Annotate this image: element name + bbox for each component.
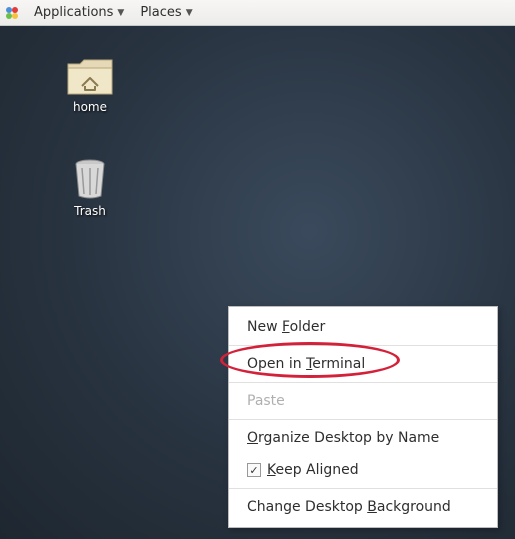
menu-change-background-label: Change Desktop Background xyxy=(247,499,451,515)
trash-icon xyxy=(50,156,130,200)
menu-keep-aligned[interactable]: ✓ Keep Aligned xyxy=(229,454,497,486)
chevron-down-icon: ▼ xyxy=(186,8,193,18)
menu-new-folder[interactable]: New Folder xyxy=(229,311,497,343)
menu-paste: Paste xyxy=(229,385,497,417)
menu-new-folder-label: New Folder xyxy=(247,319,325,335)
menu-keep-aligned-label: Keep Aligned xyxy=(267,462,359,478)
chevron-down-icon: ▼ xyxy=(117,8,124,18)
menu-open-in-terminal[interactable]: Open in Terminal xyxy=(229,348,497,380)
home-icon-label: home xyxy=(50,100,130,114)
folder-home-icon xyxy=(50,56,130,96)
menu-separator xyxy=(229,345,497,346)
places-menu[interactable]: Places ▼ xyxy=(132,0,200,25)
menu-organize-by-name[interactable]: Organize Desktop by Name xyxy=(229,422,497,454)
trash-icon-label: Trash xyxy=(50,204,130,218)
applications-menu[interactable]: Applications ▼ xyxy=(26,0,132,25)
menu-organize-label: Organize Desktop by Name xyxy=(247,430,439,446)
menu-separator xyxy=(229,382,497,383)
menu-separator xyxy=(229,419,497,420)
menu-separator xyxy=(229,488,497,489)
top-panel: Applications ▼ Places ▼ xyxy=(0,0,515,26)
menu-change-background[interactable]: Change Desktop Background xyxy=(229,491,497,523)
places-menu-label: Places xyxy=(140,5,181,20)
checkbox-checked-icon: ✓ xyxy=(247,463,261,477)
distro-logo-icon xyxy=(4,5,20,21)
desktop-context-menu: New Folder Open in Terminal Paste Organi… xyxy=(228,306,498,528)
trash-desktop-icon[interactable]: Trash xyxy=(50,156,130,218)
menu-paste-label: Paste xyxy=(247,393,285,409)
desktop-area[interactable]: home Trash New Folder Open in Terminal P… xyxy=(0,26,515,539)
menu-open-in-terminal-label: Open in Terminal xyxy=(247,356,365,372)
applications-menu-label: Applications xyxy=(34,5,113,20)
home-desktop-icon[interactable]: home xyxy=(50,56,130,114)
